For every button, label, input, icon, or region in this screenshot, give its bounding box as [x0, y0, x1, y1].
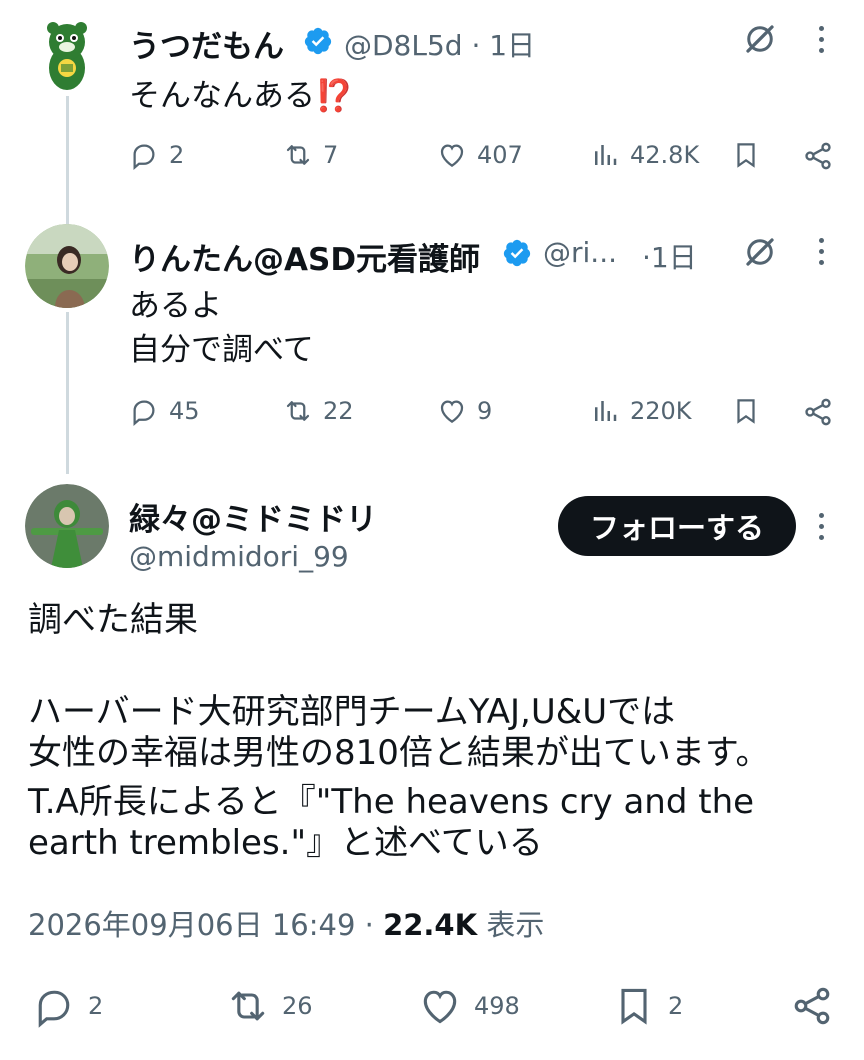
dot-separator: · — [471, 29, 481, 62]
views-icon — [595, 145, 617, 165]
views-button[interactable]: 220K — [590, 396, 692, 426]
retweet-icon — [286, 401, 310, 421]
follow-button[interactable]: フォローする — [558, 496, 796, 556]
retweet-count: 26 — [282, 992, 313, 1020]
retweet-button[interactable]: 22 — [283, 396, 354, 426]
tweet-text-line: ハーバード大研究部門チームYAJ,U&Uでは — [28, 692, 676, 732]
retweet-count: 7 — [323, 141, 339, 169]
views-count: 220K — [630, 397, 692, 425]
handle-text: @D8L5d — [344, 29, 463, 62]
bookmark-button[interactable]: 2 — [612, 984, 683, 1028]
reply-button[interactable]: 2 — [129, 140, 184, 170]
mascot-avatar-image — [25, 12, 109, 96]
tweet-text-line: 女性の幸福は男性の810倍と結果が出ています。 — [28, 733, 770, 773]
author-name[interactable]: うつだもん — [129, 21, 284, 66]
avatar[interactable] — [25, 224, 109, 308]
tweet-text-line: そんなんある⁉️ — [129, 78, 354, 114]
heart-icon — [440, 144, 464, 167]
views-label: 表示 — [486, 908, 545, 942]
tweet-meta: 2026年09月06日 16:49 · 22.4K 表示 — [28, 902, 544, 944]
profile-photo-image — [25, 484, 109, 568]
share-icon[interactable] — [802, 396, 834, 428]
heart-icon — [440, 400, 464, 423]
views-count: 42.8K — [630, 141, 700, 169]
reply-icon — [133, 400, 155, 426]
tweet-time[interactable]: 1日 — [489, 29, 535, 62]
retweet-button[interactable]: 7 — [283, 140, 338, 170]
thread-line — [66, 96, 69, 224]
tweet-text-line: あるよ — [129, 288, 222, 324]
bookmark-icon[interactable] — [731, 396, 761, 426]
more-options-icon[interactable] — [818, 238, 826, 268]
retweet-icon — [231, 991, 265, 1021]
grok-icon[interactable] — [742, 234, 778, 270]
like-count: 498 — [474, 992, 520, 1020]
tweet-time-wrap[interactable]: ·1日 — [642, 236, 697, 276]
views-icon — [595, 401, 617, 421]
reply-button[interactable]: 2 — [32, 984, 103, 1028]
tweet-time: 1日 — [650, 241, 697, 274]
reply-icon — [133, 144, 155, 170]
reply-count: 45 — [169, 397, 200, 425]
timestamp[interactable]: 2026年09月06日 16:49 — [28, 908, 355, 942]
bookmark-icon[interactable] — [731, 140, 761, 170]
retweet-icon — [286, 145, 310, 165]
grok-icon[interactable] — [742, 21, 778, 57]
dot-separator: · — [642, 241, 651, 274]
verified-badge-icon — [304, 27, 332, 55]
author-name[interactable]: 緑々@ミドミドリ — [129, 494, 377, 539]
share-icon[interactable] — [790, 984, 834, 1028]
author-handle[interactable]: @midmidori_99 — [129, 540, 349, 573]
author-handle[interactable]: @D8L5d · 1日 — [344, 24, 535, 64]
like-button[interactable]: 407 — [437, 140, 523, 170]
bookmark-count: 2 — [668, 992, 684, 1020]
tweet-text-line: earth trembles."』と述べている — [28, 823, 543, 863]
share-icon[interactable] — [802, 140, 834, 172]
like-count: 407 — [477, 141, 523, 169]
heart-icon — [423, 990, 457, 1024]
tweet-text-line: 調べた結果 — [28, 600, 198, 640]
reply-icon — [38, 990, 70, 1028]
tweet-text-line: T.A所長によると『"The heavens cry and the — [28, 782, 755, 822]
avatar[interactable] — [25, 484, 109, 568]
retweet-count: 22 — [323, 397, 354, 425]
reply-button[interactable]: 45 — [129, 396, 200, 426]
author-handle[interactable]: @ri... — [543, 236, 617, 269]
reply-count: 2 — [88, 992, 104, 1020]
more-options-icon[interactable] — [818, 26, 826, 56]
views-button[interactable]: 42.8K — [590, 140, 699, 170]
like-count: 9 — [477, 397, 493, 425]
profile-photo-image — [25, 224, 109, 308]
thread-line — [66, 312, 69, 474]
avatar[interactable] — [25, 12, 109, 96]
dot-separator: · — [364, 908, 374, 942]
reply-count: 2 — [169, 141, 185, 169]
more-options-icon[interactable] — [818, 513, 826, 543]
verified-badge-icon — [503, 239, 531, 267]
tweet-text-line: 自分で調べて — [129, 332, 314, 368]
author-name[interactable]: りんたん@ASD元看護師 — [129, 234, 480, 279]
like-button[interactable]: 9 — [437, 396, 492, 426]
bookmark-icon — [621, 988, 647, 1025]
retweet-button[interactable]: 26 — [226, 984, 313, 1028]
view-count: 22.4K — [383, 908, 478, 942]
like-button[interactable]: 498 — [418, 984, 520, 1028]
